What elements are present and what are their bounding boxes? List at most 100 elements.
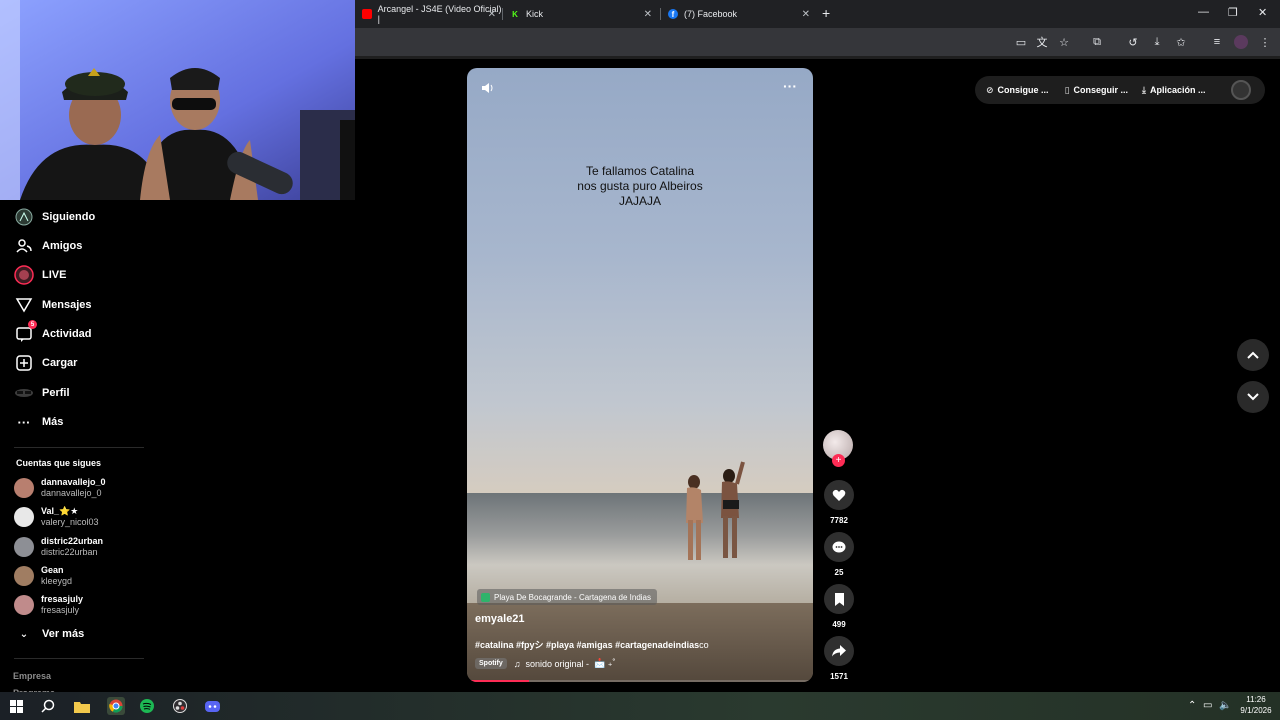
tab-kick[interactable]: K Kick ✕ bbox=[504, 4, 658, 24]
favorites-icon[interactable]: ✩ bbox=[1174, 35, 1188, 49]
chevron-up-icon bbox=[1247, 351, 1259, 359]
save-button[interactable] bbox=[824, 584, 854, 614]
close-tab-icon[interactable]: ✕ bbox=[802, 9, 810, 20]
search-icon[interactable] bbox=[40, 698, 56, 714]
spotify-icon[interactable] bbox=[139, 698, 155, 714]
new-tab-button[interactable]: + bbox=[822, 5, 830, 21]
comment-button[interactable] bbox=[824, 532, 854, 562]
sidebar-item-following[interactable]: Siguiendo bbox=[14, 206, 95, 228]
sidebar-divider bbox=[14, 447, 144, 448]
sidebar-item-activity[interactable]: 5 Actividad bbox=[14, 320, 92, 345]
discord-icon[interactable] bbox=[204, 698, 220, 714]
heart-icon bbox=[832, 489, 846, 501]
music-note-icon: ♫ bbox=[513, 658, 521, 669]
sidebar-item-profile[interactable]: Perfil bbox=[14, 382, 70, 404]
previous-video-button[interactable] bbox=[1237, 339, 1269, 371]
top-right-actions: ⊘ Consigue ... ▯ Conseguir ... ⤓ Aplicac… bbox=[975, 76, 1265, 104]
location-pin-icon bbox=[481, 592, 490, 602]
see-more-button[interactable]: ⌄ Ver más bbox=[14, 623, 84, 645]
account-name: dannavallejo_0 bbox=[41, 477, 106, 487]
follow-plus-button[interactable]: + bbox=[832, 454, 845, 467]
close-tab-icon[interactable]: ✕ bbox=[488, 9, 496, 20]
bookmark-star-icon[interactable]: ☆ bbox=[1057, 35, 1071, 49]
file-explorer-icon[interactable] bbox=[74, 698, 90, 714]
followed-account[interactable]: distric22urban distric22urban bbox=[14, 536, 103, 558]
sidebar-item-upload[interactable]: Cargar bbox=[14, 352, 77, 374]
video-progress-bar[interactable] bbox=[467, 680, 813, 682]
desktop-app-button[interactable]: ⤓ Aplicación ... bbox=[1142, 85, 1206, 96]
share-button[interactable] bbox=[824, 636, 854, 666]
screen: Arcangel - JS4E (Video Oficial) | ✕ K Ki… bbox=[0, 0, 1280, 720]
sidebar-item-messages[interactable]: Mensajes bbox=[14, 294, 92, 316]
sidebar-item-label: LIVE bbox=[42, 269, 67, 281]
cast-icon[interactable]: ▭ bbox=[1014, 35, 1028, 49]
network-icon[interactable]: ▭ bbox=[1203, 700, 1212, 711]
footer-link-empresa[interactable]: Empresa bbox=[13, 671, 51, 681]
clock-date: 9/1/2026 bbox=[1240, 706, 1272, 715]
taskbar-clock[interactable]: 11:26 9/1/2026 bbox=[1238, 694, 1274, 716]
followed-account[interactable]: fresasjuly fresasjuly bbox=[14, 594, 83, 616]
get-coins-button[interactable]: ⊘ Consigue ... bbox=[986, 85, 1049, 96]
maximize-button[interactable]: ❐ bbox=[1228, 6, 1238, 19]
following-icon bbox=[14, 207, 34, 227]
volume-icon[interactable] bbox=[481, 81, 495, 98]
next-video-button[interactable] bbox=[1237, 381, 1269, 413]
account-name: Val_⭐★ bbox=[41, 506, 79, 516]
sidebar-item-friends[interactable]: Amigos bbox=[14, 235, 82, 257]
sidebar-item-live[interactable]: LIVE bbox=[14, 264, 66, 286]
chrome-icon[interactable] bbox=[107, 697, 125, 715]
close-tab-icon[interactable]: ✕ bbox=[644, 9, 652, 20]
tab-arcangel[interactable]: Arcangel - JS4E (Video Oficial) | ✕ bbox=[356, 4, 502, 24]
get-app-label: Conseguir ... bbox=[1073, 85, 1129, 95]
get-coins-label: Consigue ... bbox=[997, 85, 1049, 95]
volume-tray-icon[interactable]: 🔈 bbox=[1219, 700, 1231, 711]
sidebar-item-label: Actividad bbox=[42, 328, 92, 340]
spotify-badge: Spotify bbox=[475, 658, 507, 669]
location-tag[interactable]: Playa De Bocagrande - Cartagena de India… bbox=[477, 589, 657, 605]
avatar bbox=[14, 478, 34, 498]
minimize-button[interactable]: — bbox=[1198, 6, 1209, 18]
caption-line: Te fallamos Catalina bbox=[585, 164, 695, 178]
extensions-icon[interactable]: ⧉ bbox=[1090, 35, 1104, 49]
followed-account[interactable]: Val_⭐★ valery_nicol03 bbox=[14, 506, 99, 528]
followed-account[interactable]: Gean kleeygd bbox=[14, 565, 72, 587]
kick-icon: K bbox=[512, 9, 518, 19]
profile-avatar-icon[interactable] bbox=[1234, 35, 1248, 49]
sound-label: sonido original - bbox=[525, 658, 590, 669]
video-progress-fill bbox=[467, 680, 530, 682]
tab-label: Kick bbox=[526, 9, 544, 19]
avatar bbox=[14, 537, 34, 557]
reading-list-icon[interactable]: ≡ bbox=[1210, 35, 1224, 49]
more-options-icon[interactable]: ··· bbox=[783, 78, 797, 94]
video-hashtags[interactable]: #catalina #fpyシ #playa #amigas #cartagen… bbox=[475, 638, 709, 651]
obs-icon[interactable] bbox=[172, 698, 188, 714]
avatar bbox=[14, 507, 34, 527]
sidebar-divider bbox=[14, 658, 144, 659]
sidebar-item-label: Cargar bbox=[42, 357, 78, 369]
video-sound[interactable]: Spotify ♫ sonido original - 📩 ₊˚ bbox=[475, 658, 616, 669]
account-username: valery_nicol03 bbox=[41, 517, 99, 527]
video-author[interactable]: emyale21 bbox=[475, 613, 525, 625]
desktop-app-label: Aplicación ... bbox=[1150, 85, 1206, 95]
following-accounts-title: Cuentas que sigues bbox=[16, 458, 102, 468]
windows-start-icon[interactable] bbox=[8, 698, 24, 714]
account-username: dannavallejo_0 bbox=[41, 488, 102, 498]
followed-account[interactable]: dannavallejo_0 dannavallejo_0 bbox=[14, 477, 106, 499]
browser-menu-icon[interactable]: ⋮ bbox=[1258, 35, 1272, 49]
download-icon[interactable]: ⤓ bbox=[1150, 35, 1164, 49]
close-window-button[interactable]: ✕ bbox=[1258, 6, 1267, 19]
like-button[interactable] bbox=[824, 480, 854, 510]
history-icon[interactable]: ↺ bbox=[1126, 35, 1140, 49]
video-player[interactable]: ··· Te fallamos Catalina nos gusta puro … bbox=[467, 68, 813, 682]
translate-icon[interactable]: 文 bbox=[1035, 35, 1049, 49]
coin-icon: ⊘ bbox=[986, 84, 994, 95]
sidebar-item-label: Más bbox=[42, 416, 64, 428]
clock-time: 11:26 bbox=[1246, 695, 1266, 704]
more-icon: ··· bbox=[17, 414, 31, 430]
sidebar-item-more[interactable]: ··· Más bbox=[14, 411, 64, 433]
tray-expand-icon[interactable]: ⌃ bbox=[1188, 700, 1196, 711]
user-avatar[interactable] bbox=[1231, 80, 1251, 100]
tab-facebook[interactable]: f (7) Facebook ✕ bbox=[662, 4, 816, 24]
chevron-down-icon bbox=[1247, 393, 1259, 401]
get-app-button[interactable]: ▯ Conseguir ... bbox=[1065, 85, 1128, 96]
